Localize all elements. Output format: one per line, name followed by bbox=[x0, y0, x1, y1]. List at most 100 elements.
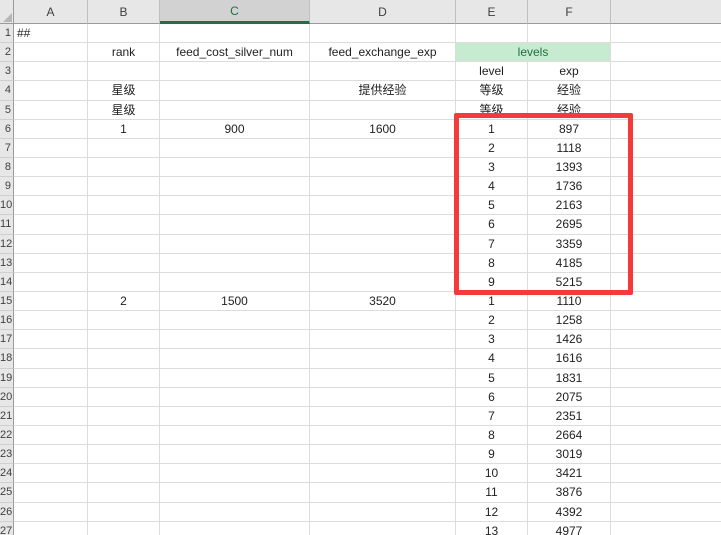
row-header-20[interactable]: 20 bbox=[0, 388, 14, 407]
cell-G25[interactable] bbox=[611, 483, 721, 502]
cell-G27[interactable] bbox=[611, 522, 721, 535]
cell-E13[interactable]: 8 bbox=[456, 254, 528, 273]
cell-A17[interactable] bbox=[14, 330, 88, 349]
cell-E7[interactable]: 2 bbox=[456, 139, 528, 158]
cell-E5[interactable]: 等级 bbox=[456, 101, 528, 120]
row-header-19[interactable]: 19 bbox=[0, 369, 14, 388]
cell-F11[interactable]: 2695 bbox=[528, 215, 611, 234]
cell-A21[interactable] bbox=[14, 407, 88, 426]
cell-D3[interactable] bbox=[310, 62, 456, 81]
row-header-18[interactable]: 18 bbox=[0, 349, 14, 368]
cell-B15[interactable]: 2 bbox=[88, 292, 160, 311]
cell-A23[interactable] bbox=[14, 445, 88, 464]
cell-G17[interactable] bbox=[611, 330, 721, 349]
row-header-23[interactable]: 23 bbox=[0, 445, 14, 464]
cell-G24[interactable] bbox=[611, 464, 721, 483]
cell-A2[interactable] bbox=[14, 43, 88, 62]
cell-F15[interactable]: 1110 bbox=[528, 292, 611, 311]
cell-F5[interactable]: 经验 bbox=[528, 101, 611, 120]
select-all-corner[interactable] bbox=[0, 0, 14, 24]
cell-B7[interactable] bbox=[88, 139, 160, 158]
cell-E12[interactable]: 7 bbox=[456, 235, 528, 254]
cell-B9[interactable] bbox=[88, 177, 160, 196]
cell-B8[interactable] bbox=[88, 158, 160, 177]
cell-C9[interactable] bbox=[160, 177, 310, 196]
row-header-12[interactable]: 12 bbox=[0, 235, 14, 254]
cell-G23[interactable] bbox=[611, 445, 721, 464]
cell-E27[interactable]: 13 bbox=[456, 522, 528, 535]
cell-E6[interactable]: 1 bbox=[456, 120, 528, 139]
cell-F23[interactable]: 3019 bbox=[528, 445, 611, 464]
cell-F21[interactable]: 2351 bbox=[528, 407, 611, 426]
row-header-5[interactable]: 5 bbox=[0, 101, 14, 120]
cell-D27[interactable] bbox=[310, 522, 456, 535]
cell-D8[interactable] bbox=[310, 158, 456, 177]
row-header-25[interactable]: 25 bbox=[0, 483, 14, 502]
cell-C20[interactable] bbox=[160, 388, 310, 407]
cell-D21[interactable] bbox=[310, 407, 456, 426]
cell-F4[interactable]: 经验 bbox=[528, 81, 611, 100]
cell-D14[interactable] bbox=[310, 273, 456, 292]
cell-A22[interactable] bbox=[14, 426, 88, 445]
cell-D5[interactable] bbox=[310, 101, 456, 120]
cell-C23[interactable] bbox=[160, 445, 310, 464]
cell-A26[interactable] bbox=[14, 503, 88, 522]
cell-A11[interactable] bbox=[14, 215, 88, 234]
cell-D16[interactable] bbox=[310, 311, 456, 330]
cell-A16[interactable] bbox=[14, 311, 88, 330]
cell-G4[interactable] bbox=[611, 81, 721, 100]
cell-B16[interactable] bbox=[88, 311, 160, 330]
cell-F22[interactable]: 2664 bbox=[528, 426, 611, 445]
cell-B4[interactable]: 星级 bbox=[88, 81, 160, 100]
cell-C16[interactable] bbox=[160, 311, 310, 330]
cell-C13[interactable] bbox=[160, 254, 310, 273]
cell-B25[interactable] bbox=[88, 483, 160, 502]
cell-F14[interactable]: 5215 bbox=[528, 273, 611, 292]
cell-E23[interactable]: 9 bbox=[456, 445, 528, 464]
cell-G10[interactable] bbox=[611, 196, 721, 215]
cell-C7[interactable] bbox=[160, 139, 310, 158]
cell-C4[interactable] bbox=[160, 81, 310, 100]
cell-F6[interactable]: 897 bbox=[528, 120, 611, 139]
row-header-27[interactable]: 27 bbox=[0, 522, 14, 535]
cell-B1[interactable] bbox=[88, 24, 160, 43]
cell-E22[interactable]: 8 bbox=[456, 426, 528, 445]
cell-C18[interactable] bbox=[160, 349, 310, 368]
cell-G6[interactable] bbox=[611, 120, 721, 139]
cell-D7[interactable] bbox=[310, 139, 456, 158]
row-header-9[interactable]: 9 bbox=[0, 177, 14, 196]
cell-F24[interactable]: 3421 bbox=[528, 464, 611, 483]
cell-C1[interactable] bbox=[160, 24, 310, 43]
cell-A3[interactable] bbox=[14, 62, 88, 81]
cell-E20[interactable]: 6 bbox=[456, 388, 528, 407]
cell-B18[interactable] bbox=[88, 349, 160, 368]
cell-G3[interactable] bbox=[611, 62, 721, 81]
cell-E25[interactable]: 11 bbox=[456, 483, 528, 502]
cell-C8[interactable] bbox=[160, 158, 310, 177]
cell-E21[interactable]: 7 bbox=[456, 407, 528, 426]
cell-B19[interactable] bbox=[88, 369, 160, 388]
cell-C24[interactable] bbox=[160, 464, 310, 483]
column-header-A[interactable]: A bbox=[14, 0, 88, 24]
cell-A8[interactable] bbox=[14, 158, 88, 177]
cell-D26[interactable] bbox=[310, 503, 456, 522]
cell-F16[interactable]: 1258 bbox=[528, 311, 611, 330]
cell-E3[interactable]: level bbox=[456, 62, 528, 81]
cell-G21[interactable] bbox=[611, 407, 721, 426]
cell-D17[interactable] bbox=[310, 330, 456, 349]
cell-E10[interactable]: 5 bbox=[456, 196, 528, 215]
cell-B26[interactable] bbox=[88, 503, 160, 522]
cell-B6[interactable]: 1 bbox=[88, 120, 160, 139]
row-header-15[interactable]: 15 bbox=[0, 292, 14, 311]
cell-B24[interactable] bbox=[88, 464, 160, 483]
cell-A7[interactable] bbox=[14, 139, 88, 158]
cell-A19[interactable] bbox=[14, 369, 88, 388]
row-header-17[interactable]: 17 bbox=[0, 330, 14, 349]
cell-D19[interactable] bbox=[310, 369, 456, 388]
cell-A4[interactable] bbox=[14, 81, 88, 100]
cell-C19[interactable] bbox=[160, 369, 310, 388]
cell-A15[interactable] bbox=[14, 292, 88, 311]
cell-F25[interactable]: 3876 bbox=[528, 483, 611, 502]
cell-A9[interactable] bbox=[14, 177, 88, 196]
row-header-14[interactable]: 14 bbox=[0, 273, 14, 292]
